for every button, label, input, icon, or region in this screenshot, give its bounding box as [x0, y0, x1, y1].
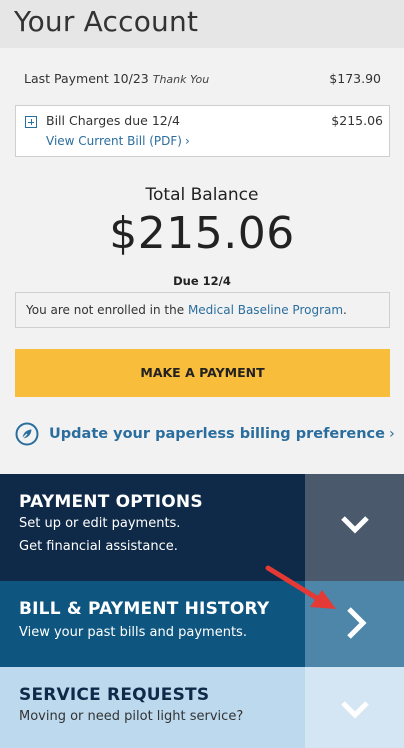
payment-options-panel[interactable]: PAYMENT OPTIONS Set up or edit payments.…: [0, 474, 305, 581]
payment-options-title: PAYMENT OPTIONS: [19, 492, 203, 512]
last-payment-label: Last Payment 10/23: [24, 71, 149, 86]
paperless-link-text: Update your paperless billing preference…: [49, 426, 395, 442]
expand-plus-icon[interactable]: [25, 116, 37, 128]
service-requests-title: SERVICE REQUESTS: [19, 685, 210, 705]
service-requests-toggle[interactable]: [305, 667, 404, 748]
due-date: Due 12/4: [173, 274, 231, 288]
chevron-down-icon: [341, 516, 369, 534]
account-summary-card: Last Payment 10/23 Thank You $173.90 Bill…: [0, 48, 404, 474]
bill-payment-history-title: BILL & PAYMENT HISTORY: [19, 599, 270, 619]
bill-charges-box: Bill Charges due 12/4 $215.06 View Curre…: [15, 105, 390, 157]
view-current-bill-label: View Current Bill (PDF): [46, 134, 182, 148]
service-requests-section[interactable]: SERVICE REQUESTS Moving or need pilot li…: [0, 667, 404, 748]
last-payment-amount: $173.90: [329, 71, 381, 86]
notice-suffix: .: [343, 303, 347, 317]
make-payment-button[interactable]: MAKE A PAYMENT: [15, 349, 390, 397]
notice-prefix: You are not enrolled in the: [26, 303, 188, 317]
total-balance-amount: $215.06: [109, 208, 295, 259]
bill-charges-amount: $215.06: [331, 113, 383, 128]
chevron-down-icon: [341, 701, 369, 719]
leaf-icon: [15, 422, 39, 446]
enrollment-notice: You are not enrolled in the Medical Base…: [15, 292, 390, 328]
total-balance-label: Total Balance: [145, 185, 259, 205]
service-requests-panel[interactable]: SERVICE REQUESTS Moving or need pilot li…: [0, 667, 305, 748]
bill-charges-label: Bill Charges due 12/4: [46, 113, 180, 128]
payment-options-section[interactable]: PAYMENT OPTIONS Set up or edit payments.…: [0, 474, 404, 581]
payment-options-line-1: Set up or edit payments.: [19, 516, 181, 531]
medical-baseline-link[interactable]: Medical Baseline Program: [188, 303, 343, 317]
page-title: Your Account: [14, 5, 199, 38]
view-current-bill-link[interactable]: View Current Bill (PDF) ›: [46, 134, 190, 148]
last-payment-note: Thank You: [152, 73, 210, 86]
bill-payment-history-section[interactable]: BILL & PAYMENT HISTORY View your past bi…: [0, 581, 404, 667]
bill-payment-history-toggle[interactable]: [305, 581, 404, 667]
chevron-right-icon: ›: [184, 134, 190, 148]
payment-options-toggle[interactable]: [305, 474, 404, 581]
bill-payment-history-line-1: View your past bills and payments.: [19, 625, 247, 640]
paperless-link-label: Update your paperless billing preference: [49, 426, 385, 442]
service-requests-line-1: Moving or need pilot light service?: [19, 709, 244, 724]
payment-options-line-2: Get financial assistance.: [19, 539, 178, 554]
page-header: Your Account: [0, 0, 404, 48]
chevron-right-icon: ›: [388, 426, 395, 442]
chevron-right-icon: [347, 607, 367, 639]
paperless-billing-link[interactable]: Update your paperless billing preference…: [15, 422, 395, 446]
last-payment-row: Last Payment 10/23 Thank You: [24, 71, 209, 86]
bill-payment-history-panel[interactable]: BILL & PAYMENT HISTORY View your past bi…: [0, 581, 305, 667]
